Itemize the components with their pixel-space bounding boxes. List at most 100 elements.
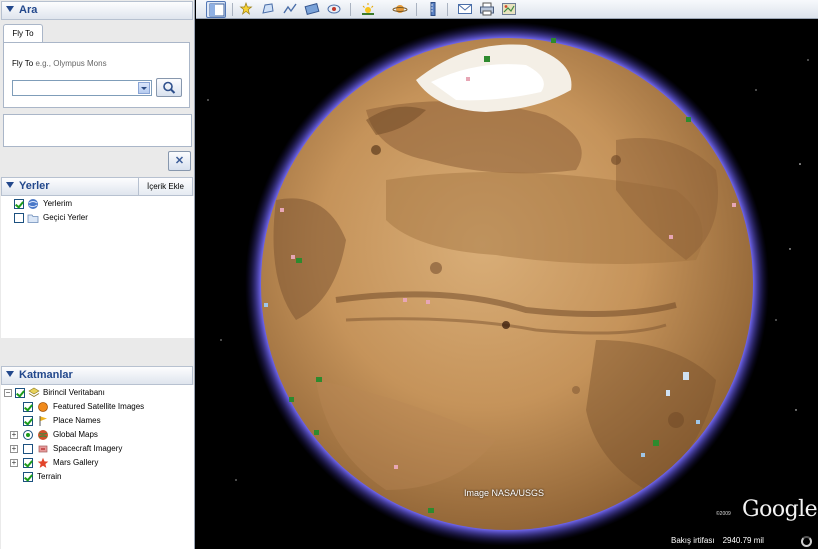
satellite-orange-icon [38,402,48,412]
expand-toggle-icon[interactable]: + [10,459,18,467]
switch-planet-button[interactable] [390,1,410,18]
place-marker-icon [669,235,673,239]
layer-item-mars-gallery[interactable]: + Mars Gallery [1,456,191,470]
checkbox[interactable] [23,458,33,468]
toolbar-separator [350,3,351,16]
place-marker-icon [280,208,284,212]
layer-item-label: Terrain [37,472,62,481]
toolbar-separator [232,3,233,16]
hide-sidebar-button[interactable] [206,1,226,18]
record-tour-icon [327,4,341,14]
globe-icon [28,199,38,209]
place-marker-icon [653,440,659,446]
path-icon [283,3,297,14]
layer-item-label: Featured Satellite Images [53,402,145,411]
view-in-maps-icon [502,3,516,15]
toolbar-separator [447,3,448,16]
place-marker-icon [466,77,470,81]
places-item-my-places[interactable]: Yerlerim [1,197,191,211]
layer-item-place-names[interactable]: Place Names [1,414,191,428]
checkbox[interactable] [23,444,33,454]
places-item-temporary[interactable]: Geçici Yerler [1,211,191,225]
mars-globe[interactable] [196,20,818,549]
layers-tree: − Birincil Veritabanı Featured Satellite… [1,385,194,549]
place-marker-icon [289,397,294,402]
layer-item-global-maps[interactable]: + Global Maps [1,428,191,442]
layer-item-label: Birincil Veritabanı [43,388,105,397]
layers-stack-icon [28,387,40,397]
layer-item-featured-satellite-images[interactable]: Featured Satellite Images [1,400,191,414]
layer-item-primary-database[interactable]: − Birincil Veritabanı [1,386,191,400]
fly-to-hint: Fly To e.g., Olympus Mons [12,59,107,68]
email-button[interactable] [455,1,475,18]
place-marker-icon [403,298,407,302]
radio-button[interactable] [23,430,33,440]
ruler-button[interactable] [423,1,443,18]
place-marker-icon [394,465,398,469]
layers-panel-title: Katmanlar [19,369,73,381]
dropdown-arrow-icon[interactable] [138,82,150,94]
place-marker-icon [316,377,322,382]
add-path-button[interactable] [280,1,300,18]
collapse-triangle-icon[interactable] [6,182,14,188]
clear-search-button[interactable]: ✕ [168,151,191,171]
add-placemark-button[interactable] [236,1,256,18]
place-marker-icon [428,508,434,513]
search-results-list[interactable] [3,114,192,147]
placemark-icon [239,2,253,15]
ruler-icon [430,2,436,16]
image-overlay-icon [304,2,320,16]
place-marker-icon [666,390,670,396]
search-panel-header[interactable]: Ara [1,1,193,20]
place-marker-icon [426,300,430,304]
altitude-label: Bakış irtifası [671,536,715,545]
place-marker-icon [696,420,700,424]
record-tour-button[interactable] [324,1,344,18]
place-marker-icon [732,203,736,207]
layer-item-label: Global Maps [53,430,98,439]
sunlight-button[interactable] [358,1,378,18]
checkbox[interactable] [15,388,25,398]
hide-sidebar-icon [209,3,225,17]
collapse-triangle-icon[interactable] [6,371,14,377]
tab-fly-to[interactable]: Fly To [3,24,43,43]
print-button[interactable] [477,1,497,18]
checkbox[interactable] [23,416,33,426]
layers-panel-header[interactable]: Katmanlar [1,366,193,385]
collapse-triangle-icon[interactable] [6,6,14,12]
fly-to-panel: Fly To e.g., Olympus Mons [3,42,190,108]
add-polygon-button[interactable] [258,1,278,18]
email-icon [458,4,472,14]
planet-icon [38,430,48,440]
polygon-icon [262,3,274,14]
checkbox[interactable] [23,472,33,482]
layer-item-terrain[interactable]: Terrain [1,470,191,484]
logo-copyright: ©2009 [716,511,731,517]
expand-toggle-icon[interactable]: + [10,431,18,439]
collapse-toggle-icon[interactable]: − [4,389,12,397]
layer-item-spacecraft-imagery[interactable]: + Spacecraft Imagery [1,442,191,456]
places-tree: Yerlerim Geçici Yerler [1,196,194,338]
place-marker-icon [296,258,302,263]
places-item-label: Yerlerim [43,199,73,208]
logo-text: Google [742,497,818,522]
3d-viewer[interactable]: Image NASA/USGS ©2009 Google Bakış irtif… [196,20,818,549]
checkbox[interactable] [14,213,24,223]
checkbox[interactable] [23,402,33,412]
layer-item-label: Place Names [53,416,101,425]
places-item-label: Geçici Yerler [43,213,88,222]
add-image-overlay-button[interactable] [302,1,322,18]
star-icon [37,457,49,468]
checkbox[interactable] [14,199,24,209]
add-content-button[interactable]: İçerik Ekle [138,178,192,195]
place-marker-icon [641,453,645,457]
search-button[interactable] [156,78,182,97]
expand-toggle-icon[interactable]: + [10,445,18,453]
spacecraft-icon [38,445,48,453]
planets-icon [392,5,408,13]
place-marker-icon [551,38,556,43]
fly-to-input[interactable] [12,80,152,96]
toolbar-separator [416,3,417,16]
view-in-google-maps-button[interactable] [499,1,519,18]
folder-icon [27,214,39,223]
